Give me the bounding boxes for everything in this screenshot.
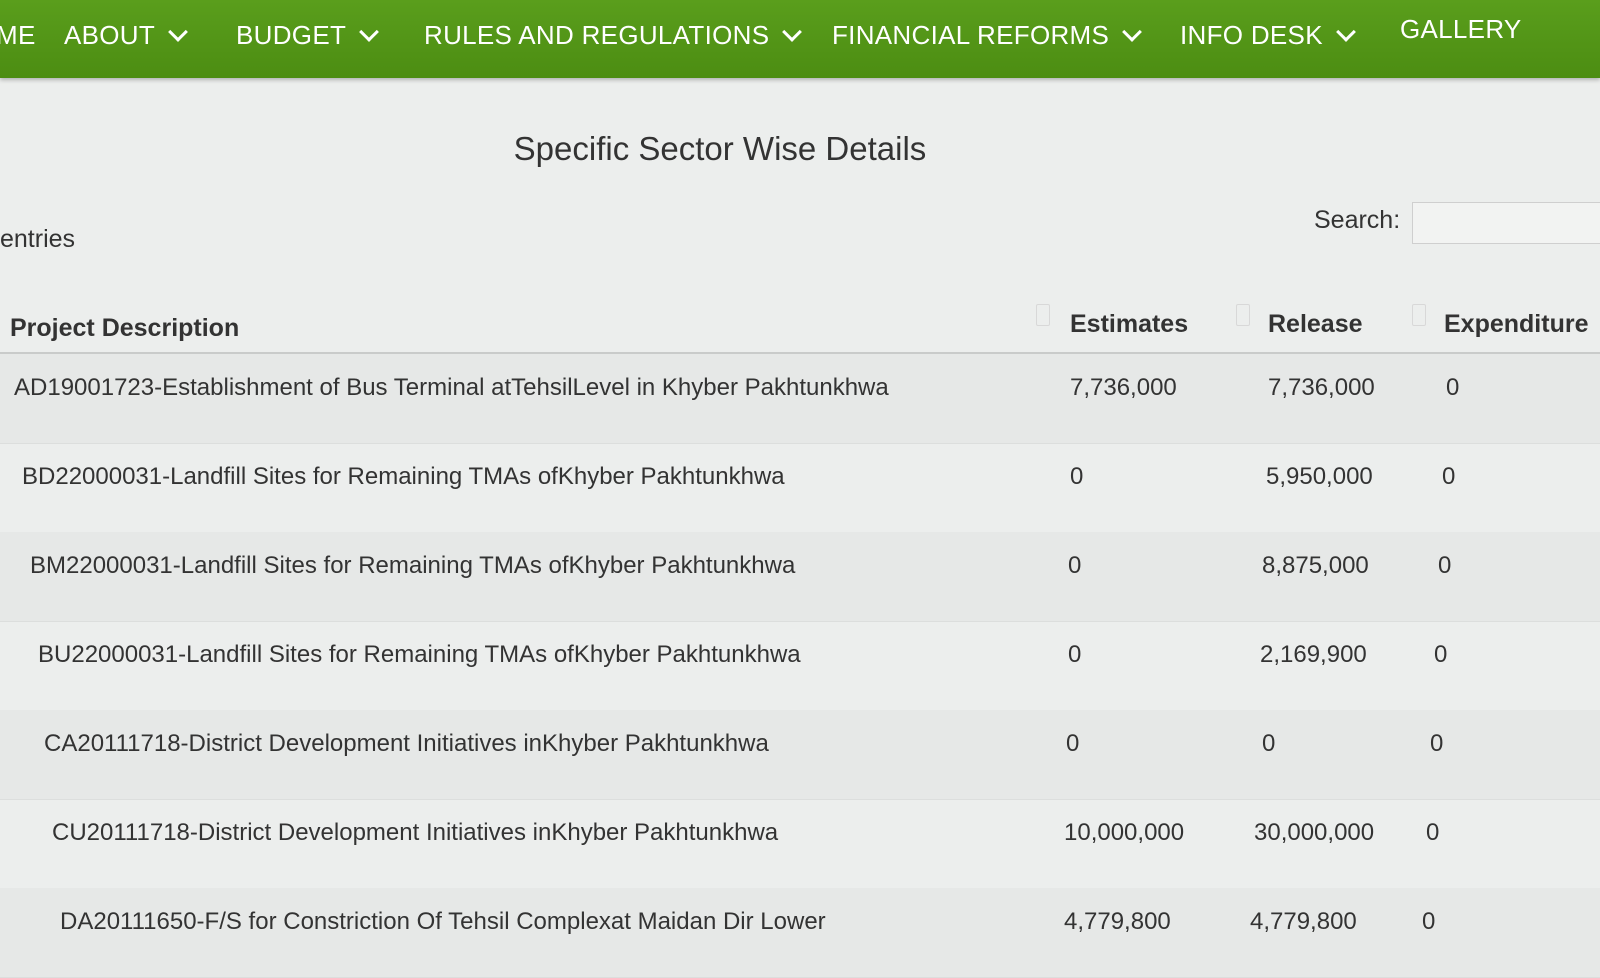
nav-item-label: BUDGET — [236, 20, 347, 50]
nav-item-about[interactable]: ABOUT — [64, 20, 188, 51]
nav-item-label: FINANCIAL REFORMS — [832, 20, 1110, 50]
cell-expenditure: 0 — [1434, 641, 1448, 668]
sort-icon[interactable] — [1236, 304, 1250, 326]
cell-description: DA20111650-F/S for Constriction Of Tehsi… — [60, 908, 826, 935]
chevron-down-icon — [1122, 21, 1143, 42]
cell-expenditure: 0 — [1438, 552, 1452, 579]
cell-expenditure: 0 — [1426, 819, 1440, 846]
cell-release: 4,779,800 — [1250, 908, 1357, 935]
table-row: AD19001723-Establishment of Bus Terminal… — [0, 354, 1600, 444]
cell-description: CA20111718-District Development Initiati… — [44, 730, 769, 757]
cell-description: BD22000031-Landfill Sites for Remaining … — [22, 463, 785, 490]
cell-estimates: 0 — [1068, 641, 1082, 668]
column-header-expenditure[interactable]: Expenditure — [1444, 310, 1588, 339]
cell-description: BM22000031-Landfill Sites for Remaining … — [30, 552, 796, 579]
nav-item-budget[interactable]: BUDGET — [236, 20, 380, 51]
sort-icon[interactable] — [1036, 304, 1050, 326]
cell-expenditure: 0 — [1430, 730, 1444, 757]
nav-item-rules-and-regulations[interactable]: RULES AND REGULATIONS — [424, 20, 803, 51]
cell-estimates: 0 — [1068, 552, 1082, 579]
chevron-down-icon — [168, 21, 188, 42]
nav-item-label: ME — [0, 20, 36, 50]
cell-release: 0 — [1262, 730, 1276, 757]
cell-description: CU20111718-District Development Initiati… — [52, 819, 779, 846]
cell-release: 30,000,000 — [1254, 819, 1375, 846]
cell-expenditure: 0 — [1446, 374, 1460, 401]
cell-release: 7,736,000 — [1268, 374, 1375, 401]
search-input[interactable] — [1412, 202, 1600, 244]
chevron-down-icon — [782, 21, 803, 42]
column-header-estimates[interactable]: Estimates — [1070, 310, 1188, 339]
cell-release: 2,169,900 — [1260, 641, 1367, 668]
search-label: Search: — [1314, 206, 1401, 234]
chevron-down-icon — [359, 21, 380, 42]
page-title: Specific Sector Wise Details — [513, 130, 927, 167]
cell-release: 5,950,000 — [1266, 463, 1373, 490]
cell-estimates: 0 — [1070, 463, 1084, 490]
table-row: BM22000031-Landfill Sites for Remaining … — [0, 532, 1600, 622]
cell-description: AD19001723-Establishment of Bus Terminal… — [14, 374, 889, 401]
nav-item-gallery[interactable]: GALLERY — [1400, 14, 1522, 45]
sort-icon[interactable] — [1412, 304, 1426, 326]
cell-estimates: 0 — [1066, 730, 1080, 757]
top-navbar: ME ABOUT BUDGET RULES AND REGULATIONS FI… — [0, 0, 1600, 78]
cell-expenditure: 0 — [1442, 463, 1456, 490]
cell-expenditure: 0 — [1422, 908, 1436, 935]
nav-item-label: GALLERY — [1400, 14, 1522, 44]
cell-estimates: 7,736,000 — [1070, 374, 1177, 401]
entries-label: entries — [0, 225, 76, 253]
table-row: BU22000031-Landfill Sites for Remaining … — [0, 621, 1600, 711]
cell-estimates: 4,779,800 — [1064, 908, 1171, 935]
column-header-project-description[interactable]: Project Description — [10, 314, 239, 343]
table-row: BD22000031-Landfill Sites for Remaining … — [0, 443, 1600, 533]
table-row: DA20111650-F/S for Constriction Of Tehsi… — [0, 888, 1600, 978]
nav-item-financial-reforms[interactable]: FINANCIAL REFORMS — [832, 20, 1143, 51]
nav-item-label: INFO DESK — [1180, 20, 1323, 50]
table-row: CA20111718-District Development Initiati… — [0, 710, 1600, 800]
nav-item-home[interactable]: ME — [0, 20, 36, 51]
column-header-release[interactable]: Release — [1268, 310, 1363, 339]
nav-item-info-desk[interactable]: INFO DESK — [1180, 20, 1356, 51]
nav-item-label: ABOUT — [64, 20, 156, 50]
cell-release: 8,875,000 — [1262, 552, 1369, 579]
chevron-down-icon — [1335, 21, 1356, 42]
cell-description: BU22000031-Landfill Sites for Remaining … — [38, 641, 801, 668]
nav-item-label: RULES AND REGULATIONS — [424, 20, 770, 50]
cell-estimates: 10,000,000 — [1064, 819, 1185, 846]
table-row: CU20111718-District Development Initiati… — [0, 799, 1600, 889]
